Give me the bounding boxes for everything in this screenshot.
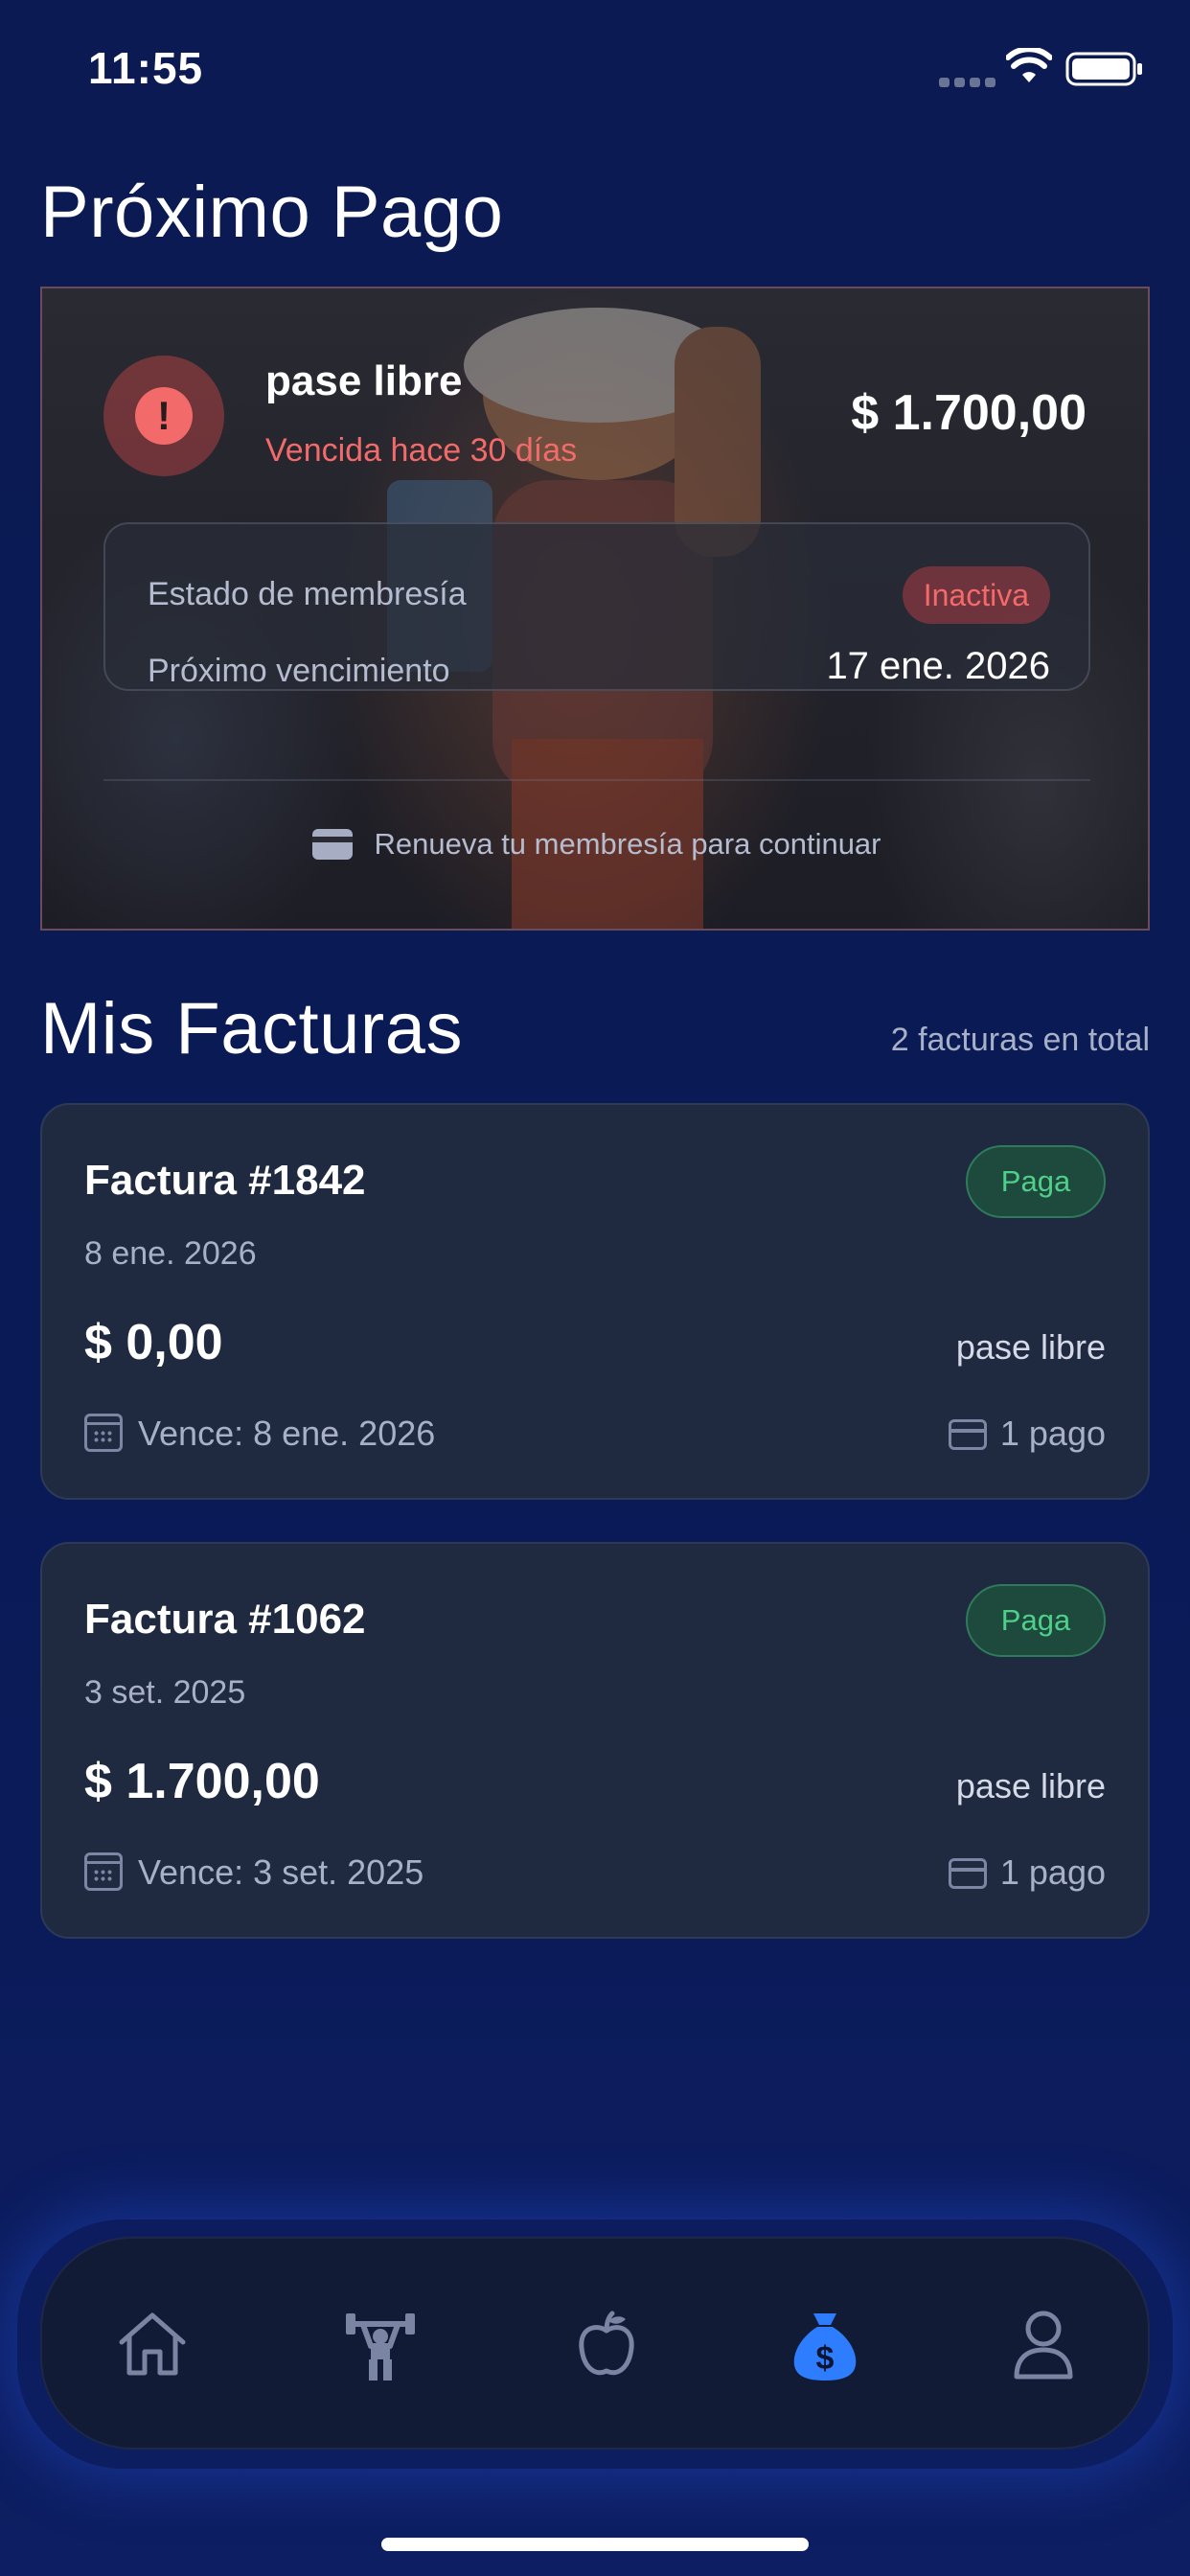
invoice-title: Factura #1842 xyxy=(84,1157,366,1204)
next-due-date: 17 ene. 2026 xyxy=(826,645,1050,687)
status-bar: 11:55 xyxy=(0,0,1190,134)
membership-status-label: Estado de membresía xyxy=(148,576,467,612)
bottom-navigation: $ xyxy=(40,2237,1150,2450)
invoice-plan: pase libre xyxy=(955,1766,1106,1806)
invoice-date: 3 set. 2025 xyxy=(84,1674,246,1711)
svg-text:$: $ xyxy=(816,2340,835,2377)
invoice-amount: $ 1.700,00 xyxy=(84,1754,320,1809)
status-time: 11:55 xyxy=(88,43,204,93)
calendar-icon xyxy=(84,1414,123,1452)
nav-payments[interactable]: $ xyxy=(785,2304,865,2384)
invoice-due-row: Vence: 3 set. 2025 xyxy=(84,1852,423,1893)
overdue-text: Vencida hace 30 días xyxy=(265,432,578,469)
nav-home[interactable] xyxy=(112,2304,193,2384)
credit-card-icon xyxy=(948,1419,987,1450)
invoice-title: Factura #1062 xyxy=(84,1596,366,1643)
next-due-label: Próximo vencimiento xyxy=(148,653,450,689)
card-divider xyxy=(103,779,1090,781)
wifi-icon xyxy=(1006,48,1052,82)
invoice-plan: pase libre xyxy=(955,1327,1106,1367)
status-badge: Paga xyxy=(966,1584,1106,1657)
invoice-date: 8 ene. 2026 xyxy=(84,1235,257,1272)
invoice-payments: 1 pago xyxy=(999,1414,1106,1453)
nav-profile[interactable] xyxy=(1003,2304,1084,2384)
apple-icon xyxy=(579,2311,634,2376)
status-badge: Paga xyxy=(966,1145,1106,1218)
invoice-amount: $ 0,00 xyxy=(84,1315,223,1370)
next-payment-card[interactable]: ! pase libre Vencida hace 30 días $ 1.70… xyxy=(40,287,1150,931)
invoice-due: Vence: 3 set. 2025 xyxy=(138,1852,424,1892)
nav-workouts[interactable] xyxy=(340,2304,421,2384)
invoice-payments-row: 1 pago xyxy=(948,1414,1106,1454)
invoice-due: Vence: 8 ene. 2026 xyxy=(138,1414,436,1453)
renew-message-row[interactable]: Renueva tu membresía para continuar xyxy=(42,827,1148,862)
next-payment-title: Próximo Pago xyxy=(40,172,504,253)
invoice-card[interactable]: Factura #1842 Paga 8 ene. 2026 $ 0,00 pa… xyxy=(40,1103,1150,1500)
invoices-title: Mis Facturas xyxy=(40,988,463,1070)
weightlifter-icon xyxy=(346,2313,415,2380)
membership-info-box: Estado de membresía Inactiva Próximo ven… xyxy=(103,522,1090,691)
user-icon xyxy=(1014,2311,1073,2380)
plan-name: pase libre xyxy=(265,357,463,404)
membership-status-badge: Inactiva xyxy=(902,566,1050,624)
invoices-total: 2 facturas en total xyxy=(890,1022,1150,1058)
invoice-payments: 1 pago xyxy=(999,1852,1106,1892)
renew-message: Renueva tu membresía para continuar xyxy=(374,827,881,861)
payments-screen: 11:55 Próximo Pago ! pase libre Vencida … xyxy=(0,0,1190,2576)
home-indicator xyxy=(381,2538,809,2551)
invoice-card[interactable]: Factura #1062 Paga 3 set. 2025 $ 1.700,0… xyxy=(40,1542,1150,1939)
money-bag-icon: $ xyxy=(793,2313,857,2380)
home-icon xyxy=(119,2312,186,2376)
calendar-icon xyxy=(84,1852,123,1891)
invoice-payments-row: 1 pago xyxy=(948,1852,1106,1893)
alert-icon: ! xyxy=(103,356,224,476)
invoice-due-row: Vence: 8 ene. 2026 xyxy=(84,1414,435,1454)
battery-icon xyxy=(1065,52,1142,86)
cellular-signal-icon xyxy=(939,75,1008,87)
credit-card-icon xyxy=(312,829,354,860)
nav-nutrition[interactable] xyxy=(566,2304,647,2384)
next-payment-amount: $ 1.700,00 xyxy=(851,385,1087,441)
credit-card-icon xyxy=(948,1858,987,1889)
